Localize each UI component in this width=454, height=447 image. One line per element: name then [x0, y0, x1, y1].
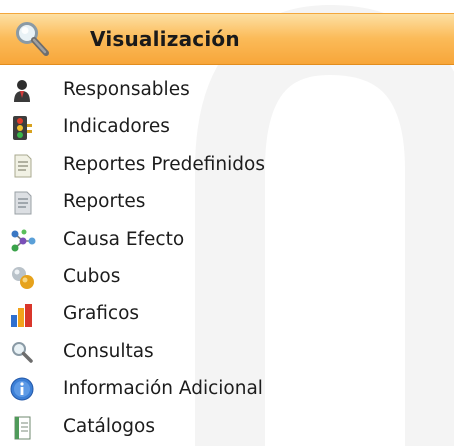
menu-item-reportes-predefinidos[interactable]: Reportes Predefinidos	[0, 148, 454, 185]
menu-item-label: Información Adicional	[63, 378, 263, 400]
panel-title: Visualización	[90, 27, 240, 51]
menu-item-label: Reportes	[63, 191, 146, 213]
visualization-panel: Visualización Responsables Indicadores R…	[0, 0, 454, 446]
menu-item-responsables[interactable]: Responsables	[0, 73, 454, 110]
menu-item-causa-efecto[interactable]: Causa Efecto	[0, 223, 454, 260]
report-icon	[10, 153, 36, 179]
menu-item-informacion-adicional[interactable]: Información Adicional	[0, 372, 454, 409]
menu-item-label: Consultas	[63, 340, 154, 362]
menu-item-graficos[interactable]: Graficos	[0, 297, 454, 334]
cubes-icon	[10, 265, 36, 291]
cause-effect-icon	[10, 228, 36, 254]
menu-list: Responsables Indicadores Reportes Predef…	[0, 73, 454, 447]
menu-item-label: Graficos	[63, 303, 140, 325]
menu-item-label: Reportes Predefinidos	[63, 153, 265, 175]
bar-chart-icon	[10, 302, 36, 328]
magnifier-icon	[10, 340, 36, 366]
magnifier-icon	[14, 20, 50, 58]
traffic-light-icon	[10, 115, 36, 141]
menu-item-label: Catálogos	[63, 415, 156, 437]
menu-item-label: Indicadores	[63, 116, 170, 138]
menu-item-catalogos[interactable]: Catálogos	[0, 410, 454, 447]
info-icon	[10, 377, 36, 403]
report-gray-icon	[10, 190, 36, 216]
menu-item-label: Responsables	[63, 79, 190, 100]
menu-item-label: Causa Efecto	[63, 228, 185, 250]
menu-item-label: Cubos	[63, 265, 121, 287]
catalog-icon	[10, 415, 36, 441]
menu-item-consultas[interactable]: Consultas	[0, 335, 454, 372]
menu-item-reportes[interactable]: Reportes	[0, 185, 454, 222]
panel-header[interactable]: Visualización	[0, 13, 454, 65]
menu-item-cubos[interactable]: Cubos	[0, 260, 454, 297]
person-icon	[10, 78, 36, 104]
menu-item-indicadores[interactable]: Indicadores	[0, 110, 454, 147]
